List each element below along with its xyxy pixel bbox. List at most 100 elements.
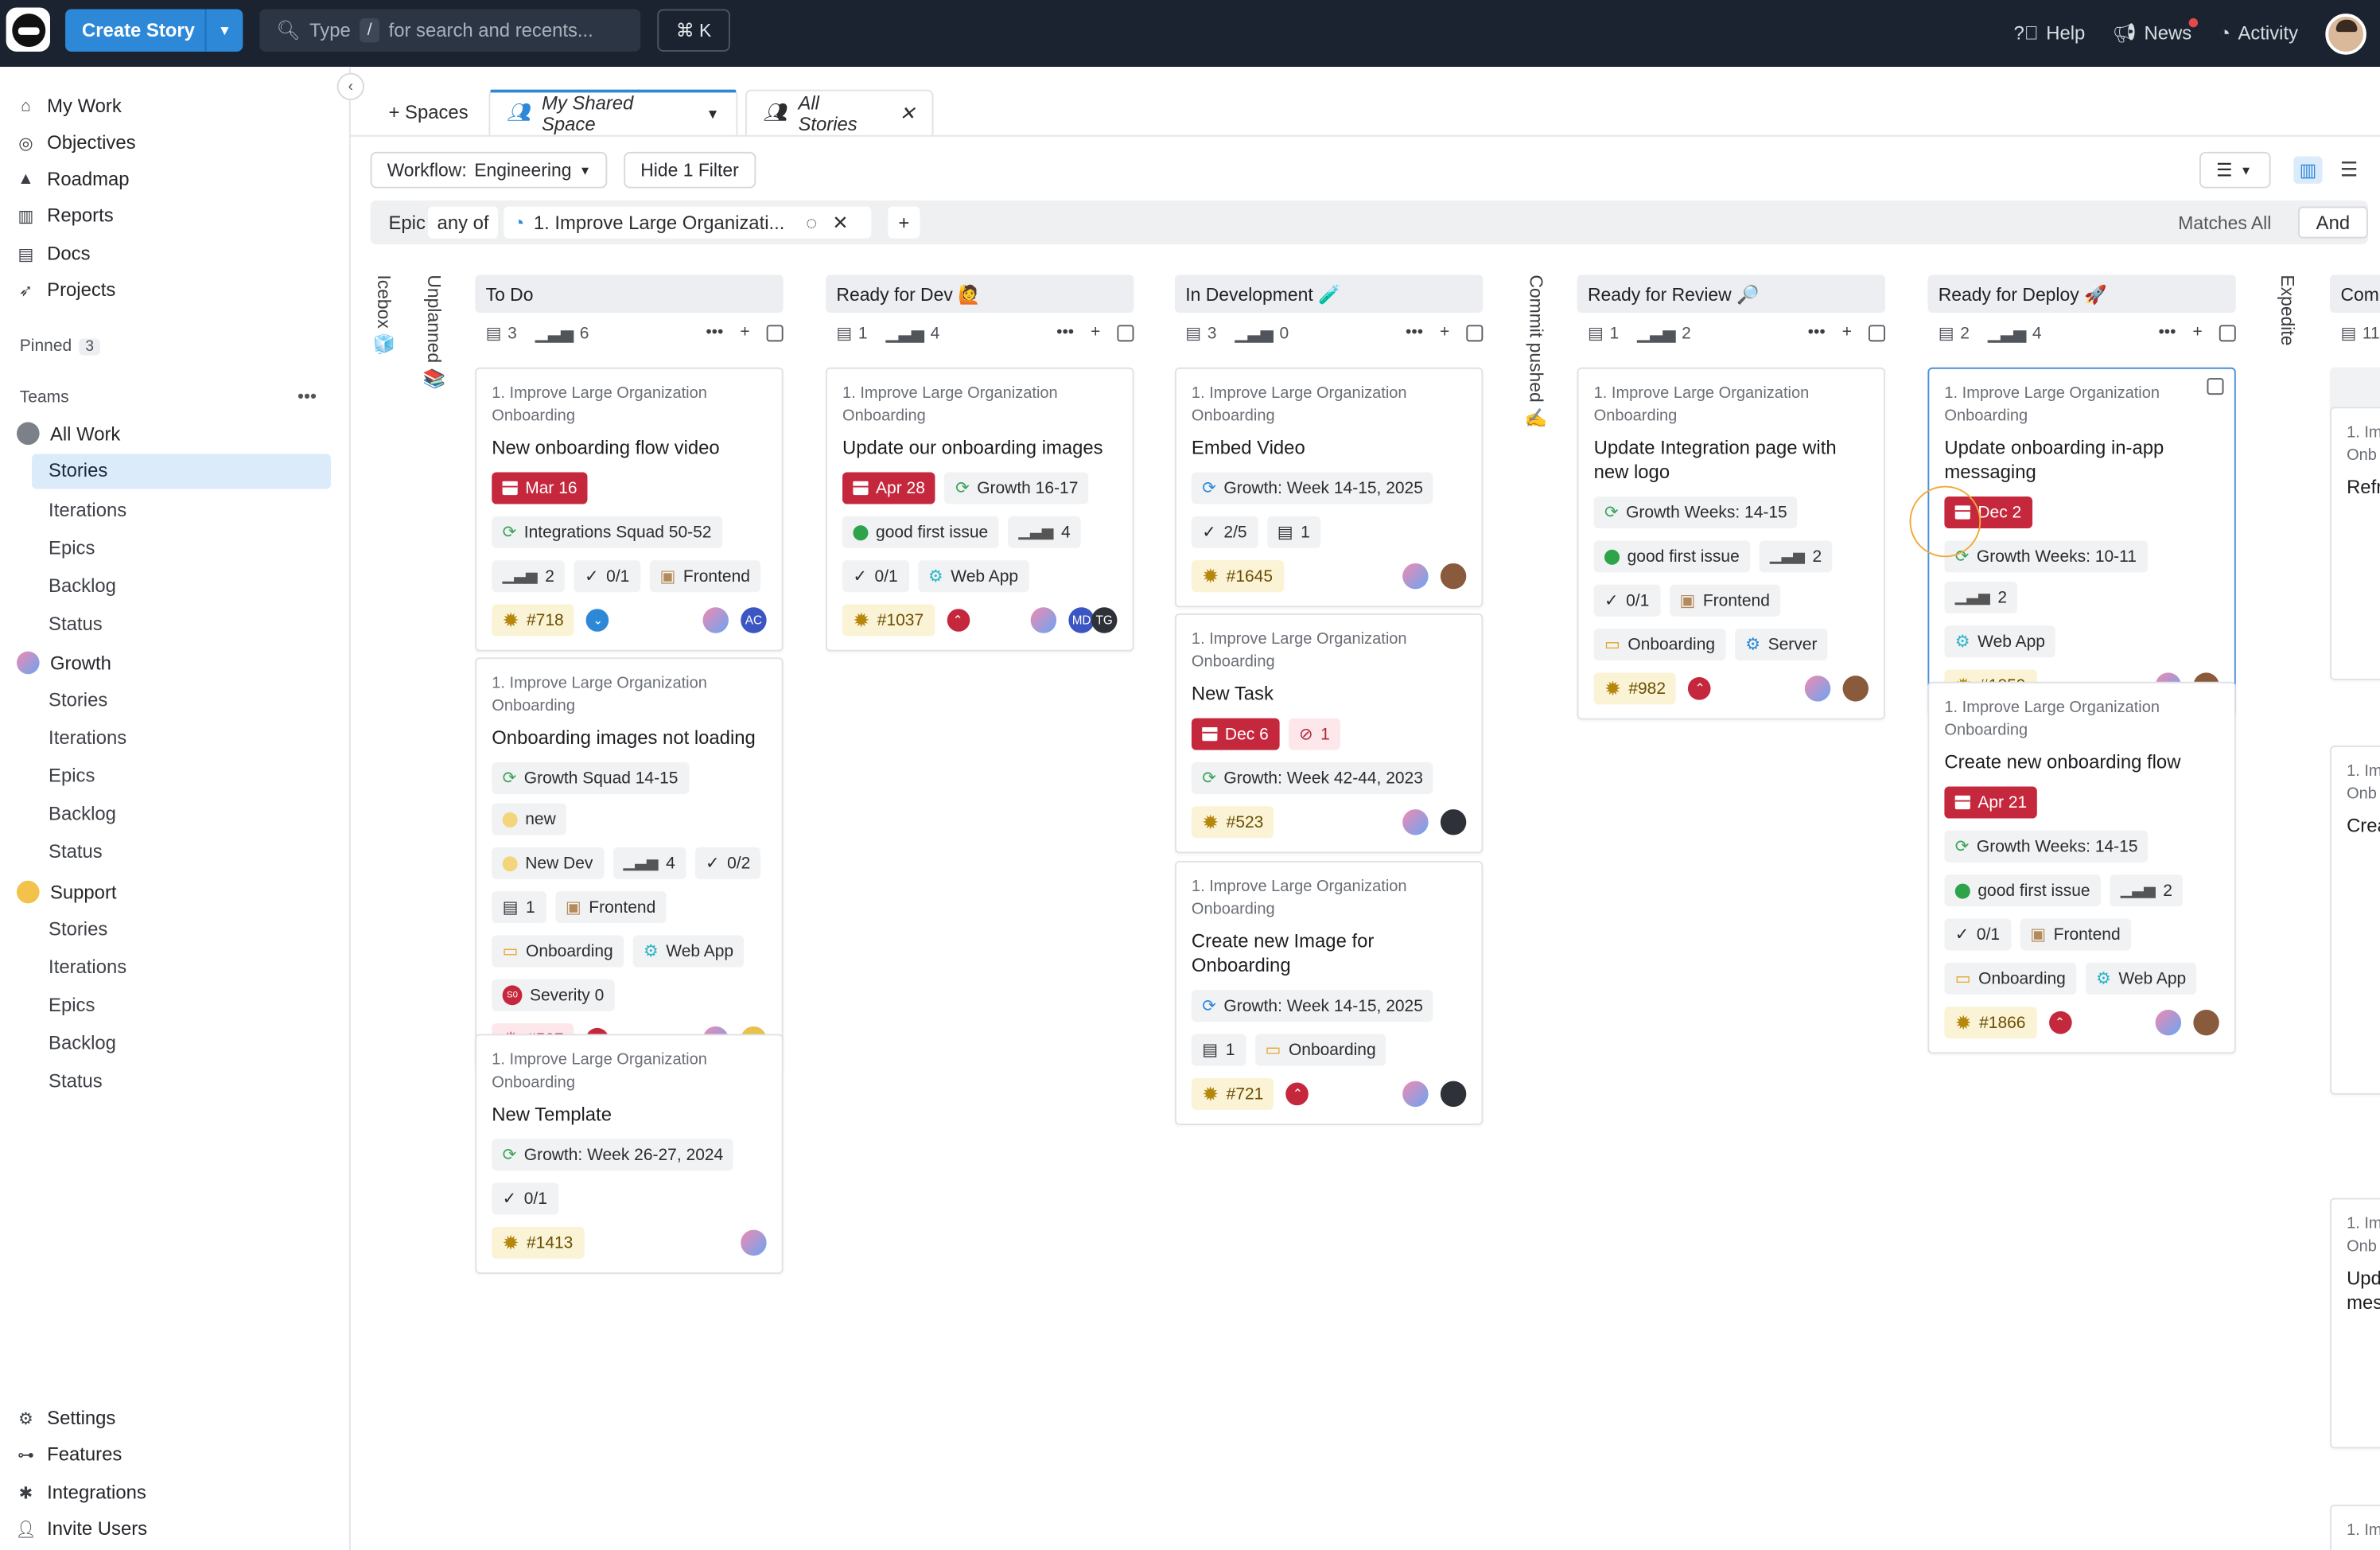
collapse-sidebar-button[interactable]: ‹: [336, 72, 364, 100]
select-checkbox[interactable]: [1117, 324, 1134, 341]
story-card[interactable]: 1. Im Onb Refr: [2330, 407, 2380, 680]
story-card[interactable]: 1. Improve Large Organization Onboarding…: [1174, 613, 1484, 854]
estimate-badge[interactable]: ▁▃▅ 2: [492, 560, 566, 593]
story-card[interactable]: 1. Improve Large Organization Onboarding…: [1577, 367, 1885, 720]
iteration-badge[interactable]: ⟳ Growth Weeks: 14-15: [1944, 830, 2149, 863]
eye-off-icon[interactable]: ◌: [806, 212, 817, 233]
more-icon[interactable]: •••: [1406, 323, 1423, 341]
app-logo[interactable]: [6, 7, 50, 52]
label-badge[interactable]: ⚙ Web App: [1944, 625, 2056, 658]
board-view-icon[interactable]: ▥: [2293, 156, 2323, 184]
nav-projects[interactable]: ➶ Projects: [17, 279, 116, 301]
story-card[interactable]: 1. Im Onb Upd mes: [2330, 1198, 2380, 1449]
nav-reports[interactable]: ▥ Reports: [17, 205, 114, 227]
hide-filter-button[interactable]: Hide 1 Filter: [624, 151, 756, 189]
add-icon[interactable]: +: [1842, 323, 1852, 341]
help-link[interactable]: ?⃝ Help: [2014, 23, 2086, 45]
iteration-badge[interactable]: ⟳ Growth Weeks: 14-15: [1593, 496, 1799, 529]
chevron-down-icon[interactable]: ▼: [706, 106, 719, 121]
sidebar-item-epics[interactable]: Epics: [49, 995, 95, 1016]
label-badge[interactable]: ▣ Frontend: [649, 560, 761, 593]
command-palette-button[interactable]: ⌘ K: [657, 9, 730, 52]
sidebar-item-status[interactable]: Status: [49, 1070, 103, 1092]
iteration-badge[interactable]: ⟳ Growth Weeks: 10-11: [1944, 540, 2148, 573]
estimate-badge[interactable]: ▁▃▅ 4: [612, 847, 686, 879]
docs-badge[interactable]: ▤ 1: [1266, 516, 1321, 548]
nav-objectives[interactable]: ◎ Objectives: [17, 132, 135, 154]
story-card[interactable]: 1. Im Onb Crea: [2330, 745, 2380, 1095]
user-avatar[interactable]: [2325, 13, 2366, 54]
label-badge[interactable]: ▣ Frontend: [2019, 918, 2132, 951]
sidebar-item-status[interactable]: Status: [49, 613, 103, 635]
nav-docs[interactable]: ▤ Docs: [17, 243, 91, 264]
select-checkbox[interactable]: [2219, 324, 2236, 341]
nav-integrations[interactable]: ✱ Integrations: [17, 1482, 146, 1503]
filter-field[interactable]: Epic: [379, 207, 434, 239]
tasks-badge[interactable]: ✓ 0/1: [574, 560, 640, 593]
team-support[interactable]: Support: [16, 880, 117, 904]
add-filter-button[interactable]: +: [888, 206, 920, 239]
due-date-badge[interactable]: Apr 21: [1944, 786, 2038, 819]
state-badge[interactable]: new: [492, 803, 567, 835]
create-story-dropdown-icon[interactable]: ▼: [204, 9, 243, 52]
more-icon[interactable]: •••: [1056, 323, 1074, 341]
owner-avatar[interactable]: [2193, 1009, 2219, 1036]
create-story-button[interactable]: Create Story ▼: [65, 9, 243, 52]
view-settings-button[interactable]: ☰ ▼: [2199, 151, 2271, 189]
story-card[interactable]: 1. Improve Large Organization Onboarding…: [1174, 367, 1484, 608]
due-date-badge[interactable]: Mar 16: [492, 472, 588, 504]
owner-avatar[interactable]: AC: [741, 607, 767, 633]
docs-badge[interactable]: ▤ 1: [492, 891, 546, 924]
label-badge[interactable]: ▣ Frontend: [554, 891, 667, 924]
nav-settings[interactable]: ⚙ Settings: [17, 1408, 115, 1429]
select-checkbox[interactable]: [1466, 324, 1484, 341]
story-id-badge[interactable]: ✹ #1645: [1191, 560, 1284, 593]
story-id-badge[interactable]: ✹ #721: [1191, 1077, 1274, 1110]
story-card[interactable]: 1. Improve Large Organization Onboarding…: [826, 367, 1134, 652]
sidebar-item-stories[interactable]: Stories: [49, 689, 107, 711]
sidebar-item-iterations[interactable]: Iterations: [49, 727, 126, 749]
nav-features[interactable]: ⊶ Features: [17, 1444, 122, 1466]
nav-roadmap[interactable]: ▲ Roadmap: [17, 169, 130, 190]
estimate-badge[interactable]: ▁▃▅ 2: [1944, 581, 2018, 613]
more-icon[interactable]: •••: [1808, 323, 1826, 341]
more-icon[interactable]: •••: [2158, 323, 2176, 341]
story-id-badge[interactable]: ✹ #1037: [842, 604, 935, 637]
add-icon[interactable]: +: [1091, 323, 1100, 341]
story-id-badge[interactable]: ✹ #718: [492, 604, 575, 637]
workflow-dropdown[interactable]: Workflow: Engineering ▼: [370, 151, 609, 189]
sidebar-item-status[interactable]: Status: [49, 841, 103, 863]
add-icon[interactable]: +: [1440, 323, 1449, 341]
story-id-badge[interactable]: ✹ #982: [1593, 672, 1677, 705]
more-icon[interactable]: •••: [706, 323, 723, 341]
commit-pushed-column[interactable]: Commit pushed ✍: [1516, 275, 1547, 430]
story-id-badge[interactable]: ✹ #523: [1191, 806, 1274, 839]
list-view-icon[interactable]: ☰: [2335, 157, 2363, 184]
label-badge[interactable]: ⚙ Web App: [2085, 962, 2197, 995]
close-icon[interactable]: ✕: [832, 211, 848, 234]
tab-all-stories[interactable]: 👥︎ All Stories ✕: [745, 89, 934, 135]
label-badge[interactable]: ▭ Onboarding: [492, 935, 624, 968]
unplanned-column[interactable]: Unplanned 📚: [414, 275, 445, 390]
estimate-badge[interactable]: ▁▃▅ 2: [2110, 874, 2184, 907]
story-card[interactable]: 1. Im: [2330, 1505, 2380, 1550]
iteration-badge[interactable]: ⟳ Growth: Week 42-44, 2023: [1191, 761, 1434, 794]
sidebar-item-backlog[interactable]: Backlog: [49, 575, 116, 597]
news-link[interactable]: 📢︎ News: [2113, 17, 2198, 45]
search-input[interactable]: 🔍︎ Type / for search and recents...: [259, 9, 641, 52]
label-badge[interactable]: ⚙ Web App: [917, 560, 1029, 593]
label-badge[interactable]: ⚙ Web App: [632, 935, 745, 968]
sidebar-item-epics[interactable]: Epics: [49, 765, 95, 787]
label-badge[interactable]: ▣ Frontend: [1669, 584, 1781, 617]
pinned-section[interactable]: Pinned 3: [20, 337, 100, 356]
iteration-badge[interactable]: ⟳ Growth 16-17: [944, 472, 1089, 504]
owner-avatar[interactable]: [1440, 563, 1467, 590]
sidebar-item-iterations[interactable]: Iterations: [49, 956, 126, 978]
tasks-badge[interactable]: ✓ 0/2: [694, 847, 761, 879]
label-badge[interactable]: ▭ Onboarding: [1944, 962, 2077, 995]
and-toggle[interactable]: And: [2298, 206, 2368, 239]
story-card[interactable]: 1. Improve Large Organization Onboarding…: [475, 367, 784, 652]
add-icon[interactable]: +: [2193, 323, 2203, 341]
state-badge[interactable]: good first issue: [1593, 540, 1751, 573]
docs-badge[interactable]: ▤ 1: [1191, 1034, 1246, 1066]
